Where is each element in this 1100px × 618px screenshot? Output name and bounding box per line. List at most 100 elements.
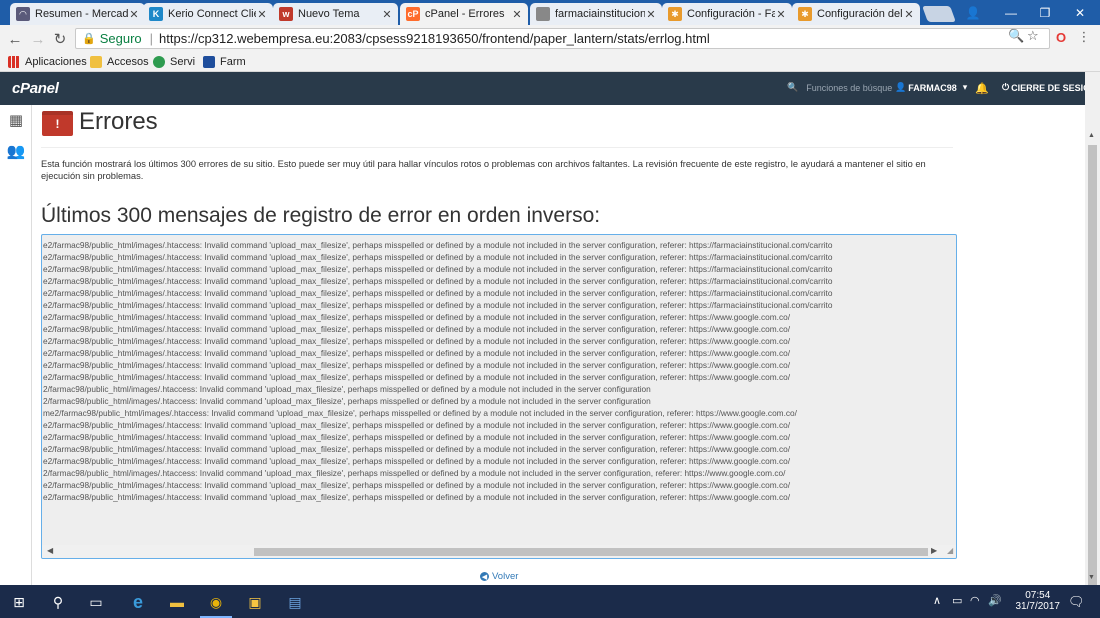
power-icon: ⏻: [1002, 82, 1010, 92]
cpanel-logo[interactable]: cPanel: [12, 80, 59, 97]
task-view-icon[interactable]: ▭: [85, 591, 107, 613]
wifi-icon[interactable]: ◠: [970, 594, 980, 607]
tab-close-icon[interactable]: ✕: [775, 8, 787, 21]
scrollbar-thumb[interactable]: [1088, 145, 1097, 605]
section-title: Últimos 300 mensajes de registro de erro…: [41, 204, 601, 227]
tab-close-icon[interactable]: ✕: [645, 8, 657, 21]
joomla-icon: ✱: [668, 7, 682, 21]
windows-start-icon[interactable]: ⊞: [8, 591, 30, 613]
bookmark-label: Servi: [170, 56, 196, 68]
url-text[interactable]: https://cp312.webempresa.eu:2083/cpsess9…: [159, 31, 710, 46]
scroll-up-icon[interactable]: ▲: [1088, 132, 1095, 139]
bookmark-farm[interactable]: Farm: [203, 54, 246, 70]
page-vertical-scrollbar[interactable]: ▲ ▼: [1085, 72, 1100, 605]
volume-icon[interactable]: 🔊: [988, 594, 1002, 607]
folder-icon: [90, 56, 102, 68]
file-explorer-icon[interactable]: ▬: [166, 591, 188, 613]
log-line: 2/farmac98/public_html/images/.htaccess:…: [43, 468, 786, 478]
home-grid-icon[interactable]: ▦: [7, 111, 25, 129]
bookmark-aplicaciones[interactable]: Aplicaciones: [8, 54, 87, 70]
tray-chevron-icon[interactable]: ∧: [933, 594, 941, 607]
log-line: e2/farmac98/public_html/images/.htaccess…: [43, 312, 791, 322]
cpanel-header: cPanel 🔍 Funciones de búsque 👤 FARMAC98 …: [0, 72, 1100, 105]
tab-close-icon[interactable]: ✕: [381, 8, 393, 21]
bookmark-star-icon[interactable]: ☆: [1027, 28, 1039, 44]
cpanel-icon: cP: [406, 7, 420, 21]
browser-toolbar: ← → ↻ 🔒 Seguro | https://cp312.webempres…: [0, 25, 1100, 52]
restore-button[interactable]: ❐: [1027, 0, 1063, 25]
log-line: me2/farmac98/public_html/images/.htacces…: [43, 408, 797, 418]
back-label: Volver: [492, 571, 519, 582]
chrome-icon[interactable]: ◉: [205, 591, 227, 613]
logout-button[interactable]: ⏻ CIERRE DE SESIÓN: [1002, 82, 1097, 93]
reload-icon[interactable]: ↻: [51, 30, 69, 48]
tab-configuracion-1[interactable]: ✱ Configuración - Fa ✕: [662, 3, 792, 25]
close-window-button[interactable]: ✕: [1062, 0, 1098, 25]
secure-label: Seguro: [99, 31, 142, 46]
battery-icon[interactable]: ▭: [952, 594, 962, 607]
zoom-search-icon[interactable]: 🔍: [1008, 28, 1024, 44]
bookmark-label: Aplicaciones: [25, 56, 87, 68]
tab-close-icon[interactable]: ✕: [511, 8, 523, 21]
tab-close-icon[interactable]: ✕: [903, 8, 915, 21]
log-line: 2/farmac98/public_html/images/.htaccess:…: [43, 396, 651, 406]
tab-cpanel-errores[interactable]: cP cPanel - Errores ✕: [400, 3, 528, 25]
search-placeholder: Funciones de búsque: [806, 82, 893, 93]
tab-nuevo-tema[interactable]: w Nuevo Tema ✕: [273, 3, 398, 25]
menu-kebab-icon[interactable]: ⋮: [1076, 29, 1092, 45]
search-icon[interactable]: ⚲: [47, 591, 69, 613]
app-icon[interactable]: ▣: [244, 591, 266, 613]
clock-time: 07:54: [1025, 590, 1051, 601]
minimize-button[interactable]: —: [993, 0, 1029, 25]
back-link[interactable]: ◀ Volver: [480, 571, 518, 582]
scroll-left-icon[interactable]: ◀: [47, 546, 53, 555]
scrollbar-thumb[interactable]: [254, 548, 928, 556]
page-icon: [536, 7, 550, 21]
tab-resumen[interactable]: ◠ Resumen - Mercad ✕: [10, 3, 145, 25]
farm-icon: [203, 56, 215, 68]
tab-close-icon[interactable]: ✕: [128, 8, 140, 21]
log-line: e2/farmac98/public_html/images/.htaccess…: [43, 372, 791, 382]
bookmark-label: Farm: [220, 56, 246, 68]
address-bar[interactable]: 🔒 Seguro | https://cp312.webempresa.eu:2…: [75, 28, 1050, 49]
users-icon[interactable]: 👥: [7, 142, 26, 160]
search-icon: 🔍: [787, 82, 799, 92]
bookmark-accesos[interactable]: Accesos: [90, 54, 149, 70]
resize-handle-icon[interactable]: ◢: [947, 546, 953, 555]
tab-label: Kerio Connect Clie: [168, 8, 256, 20]
edge-icon[interactable]: e: [127, 591, 149, 613]
opera-extension-icon[interactable]: O: [1053, 29, 1069, 45]
page-title: Errores: [79, 108, 158, 135]
log-line: e2/farmac98/public_html/images/.htaccess…: [43, 252, 833, 262]
tab-kerio[interactable]: K Kerio Connect Clie ✕: [143, 3, 273, 25]
error-log-textarea[interactable]: e2/farmac98/public_html/images/.htaccess…: [41, 234, 957, 559]
profile-icon[interactable]: 👤: [955, 0, 991, 25]
new-tab-button[interactable]: [922, 6, 956, 22]
log-line: e2/farmac98/public_html/images/.htaccess…: [43, 420, 791, 430]
tab-label: farmaciainstitucion: [555, 8, 645, 20]
tab-configuracion-2[interactable]: ✱ Configuración del ✕: [792, 3, 920, 25]
logout-label: CIERRE DE SESIÓN: [1011, 82, 1097, 93]
tab-farmaciainstitucional[interactable]: farmaciainstitucion ✕: [530, 3, 662, 25]
scroll-right-icon[interactable]: ▶: [931, 546, 937, 555]
lock-icon: 🔒: [82, 33, 96, 45]
back-arrow-icon[interactable]: ←: [6, 30, 24, 48]
forum-icon: w: [279, 7, 293, 21]
search-features[interactable]: 🔍 Funciones de búsque: [787, 82, 892, 93]
scroll-down-icon[interactable]: ▼: [1088, 574, 1095, 581]
notifications-icon[interactable]: 🗨: [1068, 594, 1085, 610]
tab-label: Nuevo Tema: [298, 8, 360, 20]
log-line: e2/farmac98/public_html/images/.htaccess…: [43, 444, 791, 454]
tab-label: Configuración - Fa: [687, 8, 775, 20]
bell-icon[interactable]: 🔔: [975, 82, 989, 95]
divider: [41, 147, 953, 148]
user-menu[interactable]: 👤 FARMAC98 ▾: [895, 82, 967, 93]
clock[interactable]: 07:54 31/7/2017: [1016, 590, 1061, 612]
log-line: e2/farmac98/public_html/images/.htaccess…: [43, 348, 791, 358]
tab-close-icon[interactable]: ✕: [256, 8, 268, 21]
bookmark-servi[interactable]: Servi: [153, 54, 195, 70]
forward-arrow-icon[interactable]: →: [29, 30, 47, 48]
horizontal-scrollbar[interactable]: ◀ ▶ ◢: [42, 545, 956, 558]
log-line: e2/farmac98/public_html/images/.htaccess…: [43, 492, 791, 502]
network-app-icon[interactable]: ▤: [284, 591, 306, 613]
